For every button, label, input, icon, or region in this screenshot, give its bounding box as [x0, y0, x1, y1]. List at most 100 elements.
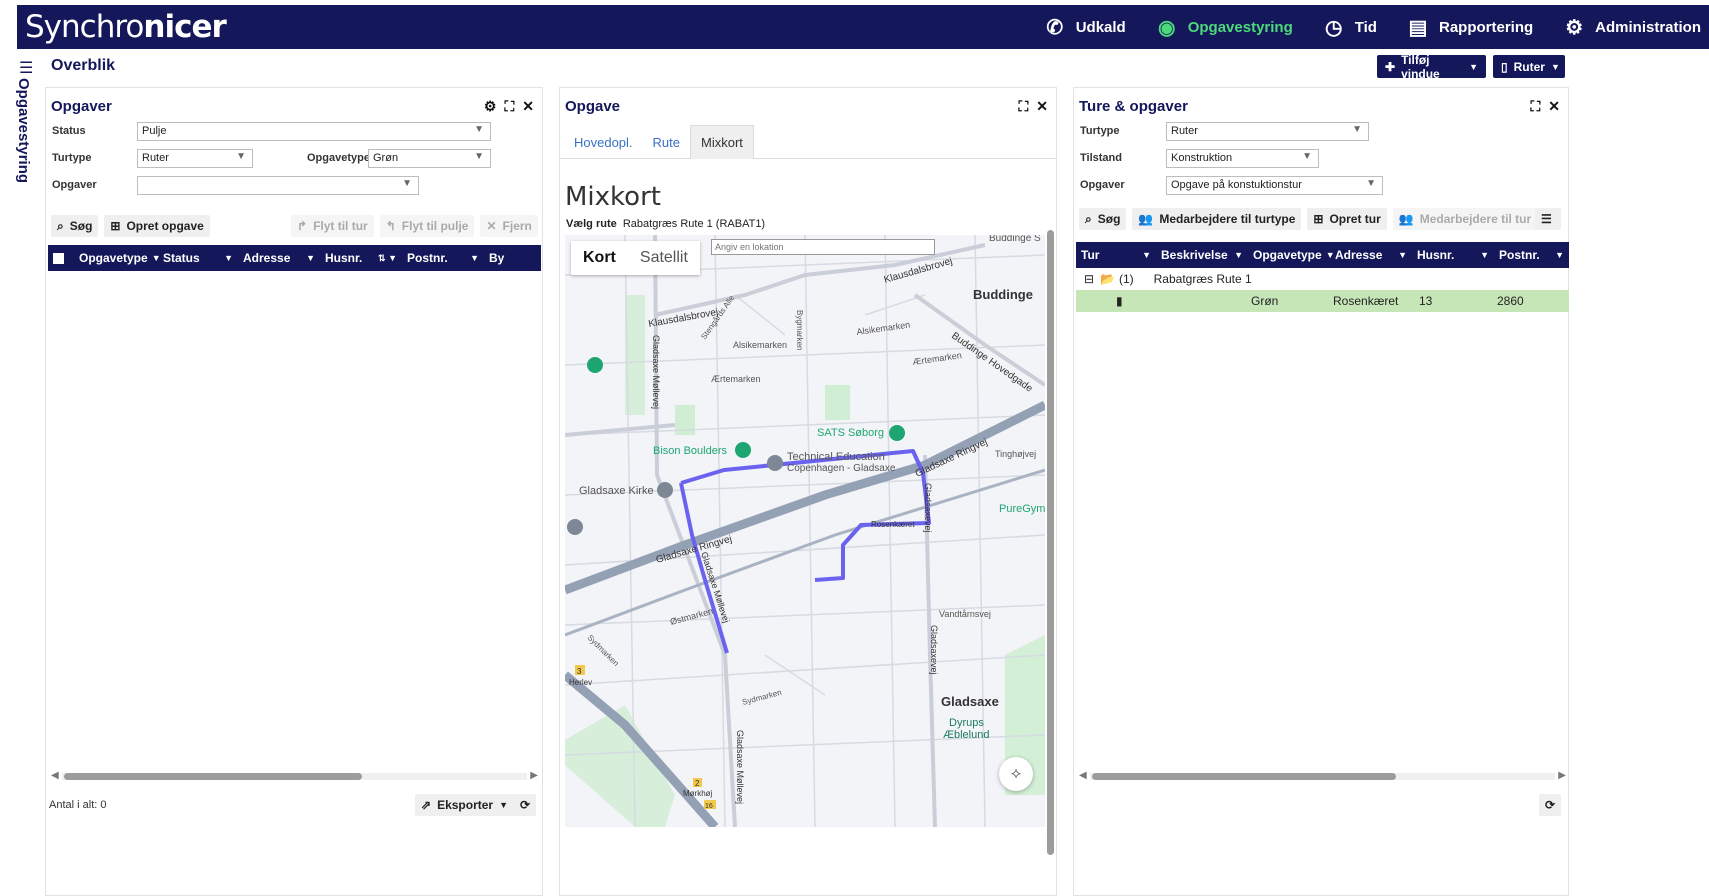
table-row[interactable]: ▮ Grøn Rosenkæret 13 2860 — [1076, 290, 1569, 312]
scroll-thumb[interactable] — [64, 773, 362, 780]
scroll-thumb[interactable] — [1092, 773, 1396, 780]
map-label-sats: SATS Søborg — [817, 427, 884, 439]
routes-button[interactable]: ▯ Ruter ▼ — [1493, 55, 1565, 78]
nav-udkald[interactable]: ✆ Udkald — [1044, 15, 1125, 40]
opgavetype-select[interactable]: Grøn ▼ — [368, 149, 491, 168]
turtype-row: Turtype — [1080, 125, 1120, 137]
tilstand-value: Konstruktion — [1171, 152, 1233, 164]
col-postnr[interactable]: Postnr. ▼ — [402, 245, 484, 271]
map-label-morkhoj-number: 2 — [695, 779, 700, 788]
map-label-mollevej-3: Gladsaxe Møllevej — [735, 730, 745, 804]
sidebar-label[interactable]: Opgavestyring — [15, 78, 32, 183]
map-label-copenhagen-gladsaxe: Copenhagen - Gladsaxe — [787, 463, 896, 474]
scroll-right-icon[interactable]: ▶ — [1558, 770, 1566, 781]
vertical-scrollbar[interactable] — [1044, 218, 1056, 855]
folder-open-icon: 📂 — [1100, 272, 1115, 286]
caret-down-icon: ▼ — [1398, 250, 1407, 260]
search-icon: ⌕ — [57, 218, 64, 233]
panel-controls: ⚙ ⛶ ✕ — [484, 98, 534, 115]
col-postnr[interactable]: Postnr. ▼ — [1494, 242, 1569, 268]
route-selector[interactable]: Vælg rute Rabatgræs Rute 1 (RABAT1) — [566, 218, 765, 230]
map-search-input[interactable] — [711, 239, 935, 255]
tab-hovedopl[interactable]: Hovedopl. — [564, 125, 643, 159]
scroll-thumb[interactable] — [1047, 230, 1054, 855]
move-to-pool-button[interactable]: ↰ Flyt til pulje — [379, 215, 475, 237]
close-icon[interactable]: ✕ — [1548, 98, 1560, 115]
gear-icon[interactable]: ⚙ — [484, 98, 497, 115]
x-icon: ✕ — [486, 219, 497, 233]
col-beskrivelse[interactable]: Beskrivelse ▼ — [1156, 242, 1248, 268]
recenter-icon[interactable]: ⟡ — [999, 757, 1033, 791]
col-husnr[interactable]: Husnr. ▼ — [1412, 242, 1494, 268]
col-opgavetype[interactable]: Opgavetype ▼ — [1248, 242, 1335, 268]
status-value: Pulje — [142, 125, 167, 137]
create-label: Opret opgave — [126, 219, 204, 233]
opgave-panel: Opgave ⛶ ✕ Hovedopl. Rute Mixkort Mixkor… — [559, 87, 1057, 896]
scroll-left-icon[interactable]: ◀ — [1079, 770, 1087, 781]
opgaver-toolbar-right: ↱ Flyt til tur ↰ Flyt til pulje ✕ Fjern — [291, 215, 538, 237]
tilstand-select[interactable]: Konstruktion ▼ — [1166, 149, 1319, 168]
nav-opgavestyring[interactable]: ◉ Opgavestyring — [1156, 15, 1293, 40]
search-button[interactable]: ⌕ Søg — [51, 215, 99, 237]
nav-administration[interactable]: ⚙ Administration — [1563, 15, 1701, 40]
nav-tid[interactable]: ◷ Tid — [1323, 15, 1377, 40]
col-adresse[interactable]: Adresse ▼ — [1330, 242, 1412, 268]
create-task-button[interactable]: ⊞ Opret opgave — [104, 215, 210, 237]
search-button[interactable]: ⌕ Søg — [1079, 208, 1127, 230]
select-all-checkbox[interactable] — [48, 245, 74, 271]
nav-rapportering[interactable]: ▤ Rapportering — [1407, 15, 1534, 40]
col-opgavetype[interactable]: Opgavetype ▼ — [74, 245, 161, 271]
caret-down-icon: ▼ — [402, 178, 412, 189]
create-trip-button[interactable]: ⊞ Opret tur — [1307, 208, 1387, 230]
turtype-select[interactable]: Ruter ▼ — [137, 149, 253, 168]
expand-icon[interactable]: ⛶ — [1530, 98, 1540, 115]
col-label: Tur — [1081, 248, 1100, 262]
tab-mixkort[interactable]: Mixkort — [690, 125, 754, 159]
ture-table-header: Tur ▼ Beskrivelse ▼ Opgavetype ▼ Adresse ▼ H… — [1076, 242, 1569, 268]
caret-down-icon: ▼ — [474, 151, 484, 162]
map-canvas[interactable]: Buddinge Buddinge S Klausdalsbrovej Klau… — [565, 235, 1045, 827]
move-to-trip-button[interactable]: ↱ Flyt til tur — [291, 215, 374, 237]
close-icon[interactable]: ✕ — [1036, 98, 1048, 115]
horizontal-scrollbar[interactable]: ◀ ▶ — [48, 770, 541, 781]
col-by[interactable]: By — [484, 245, 534, 271]
total-count: Antal i alt: 0 — [49, 799, 107, 811]
turtype-select[interactable]: Ruter ▼ — [1166, 122, 1369, 141]
horizontal-scrollbar[interactable]: ◀ ▶ — [1076, 770, 1569, 781]
collapse-icon[interactable]: ⊟ — [1084, 272, 1094, 286]
col-tur[interactable]: Tur ▼ — [1076, 242, 1156, 268]
map[interactable]: Buddinge Buddinge S Klausdalsbrovej Klau… — [565, 235, 1045, 827]
sort-icon: ⇅ ▼ — [378, 252, 397, 263]
employees-to-triptype-button[interactable]: 👥 Medarbejdere til turtype — [1132, 208, 1302, 230]
map-label-aertemarken: Ærtemarken — [711, 374, 761, 384]
brand-logo[interactable]: Synchronicer — [25, 9, 227, 45]
menu-button[interactable]: ☰ — [1535, 208, 1561, 230]
nav-label: Rapportering — [1438, 18, 1534, 36]
refresh-button[interactable]: ⟳ — [514, 794, 536, 816]
menu-icon[interactable]: ☰ — [19, 58, 33, 78]
remove-button[interactable]: ✕ Fjern — [480, 215, 538, 237]
scroll-right-icon[interactable]: ▶ — [530, 770, 538, 781]
col-adresse[interactable]: Adresse ▼ — [238, 245, 320, 271]
col-husnr[interactable]: Husnr. ⇅ ▼ — [320, 245, 402, 271]
map-tab-kort[interactable]: Kort — [571, 241, 628, 275]
col-status[interactable]: Status ▼ — [158, 245, 238, 271]
expand-icon[interactable]: ⛶ — [1018, 98, 1028, 115]
status-select[interactable]: Pulje ▼ — [137, 122, 491, 141]
opgaver-select[interactable]: ▼ — [137, 176, 419, 195]
opgaver-select[interactable]: Opgave på konstuktionstur ▼ — [1166, 176, 1383, 195]
panel-controls: ⛶ ✕ — [1530, 98, 1560, 115]
scroll-left-icon[interactable]: ◀ — [51, 770, 59, 781]
close-icon[interactable]: ✕ — [522, 98, 534, 115]
tab-rute[interactable]: Rute — [643, 125, 690, 159]
refresh-button[interactable]: ⟳ — [1539, 794, 1561, 816]
cell-adresse: Rosenkæret — [1333, 294, 1399, 308]
add-window-button[interactable]: ✚ Tilføj vindue ▼ — [1377, 53, 1486, 81]
employees-to-trip-button[interactable]: 👥 Medarbejdere til tur — [1392, 208, 1538, 230]
export-button[interactable]: ⇗ Eksporter ▼ — [415, 794, 515, 816]
expand-icon[interactable]: ⛶ — [504, 98, 514, 115]
search-label: Søg — [1097, 212, 1121, 226]
map-label-road-number: 16 — [705, 803, 713, 810]
trip-group-row[interactable]: ⊟ 📂 (1) Rabatgræs Rute 1 — [1076, 268, 1569, 290]
map-tab-satellit[interactable]: Satellit — [628, 241, 700, 275]
